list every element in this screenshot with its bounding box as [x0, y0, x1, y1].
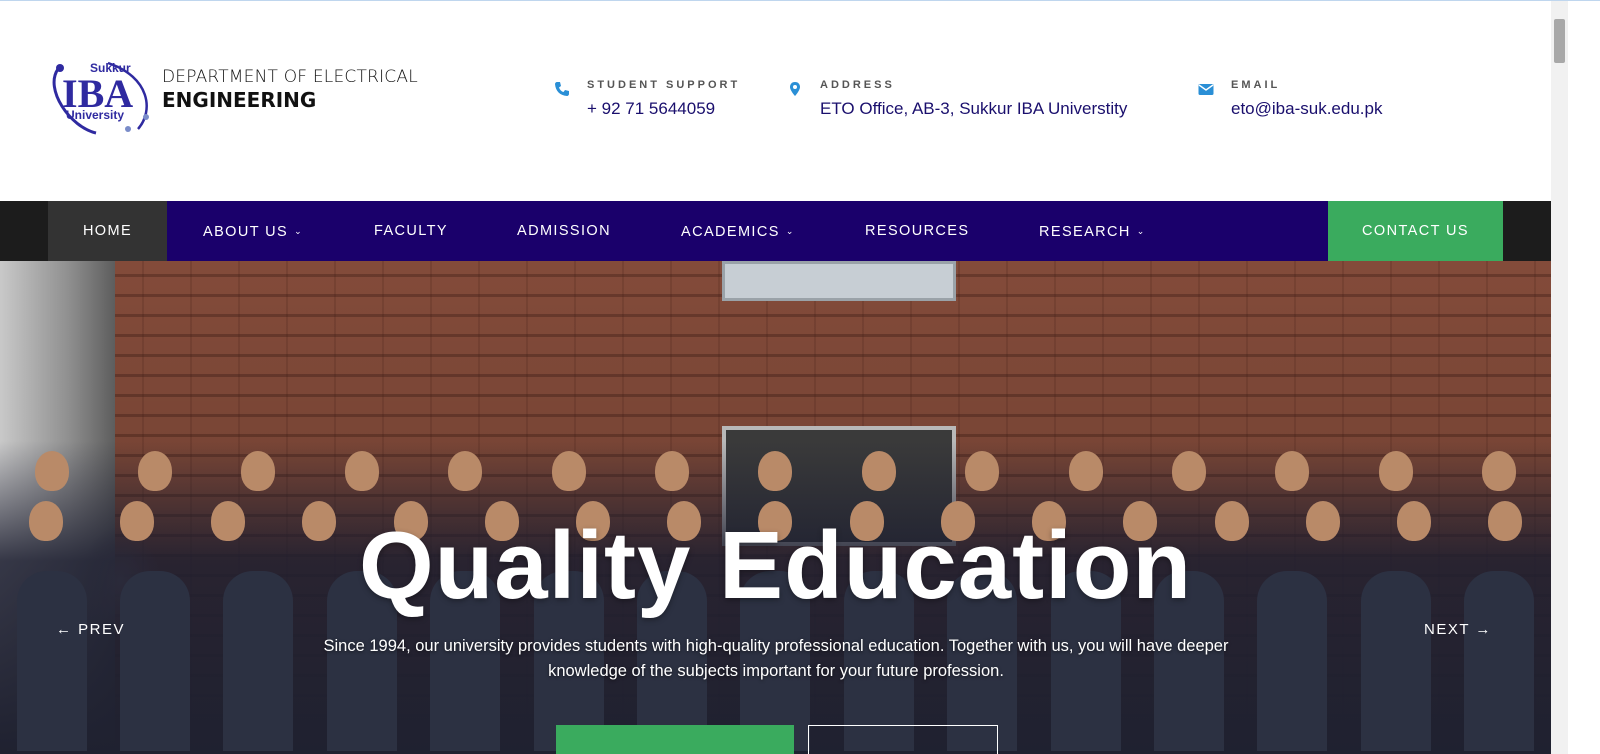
arrow-right-icon: →	[1475, 621, 1492, 638]
slider-next-label: NEXT	[1424, 621, 1470, 638]
student-support-label: STUDENT SUPPORT	[587, 79, 741, 91]
slider-next-button[interactable]: NEXT →	[1424, 621, 1492, 638]
student-support-phone[interactable]: + 92 71 5644059	[587, 99, 715, 119]
site-header: Sukkur IBA University DEPARTMENT OF ELEC…	[0, 1, 1551, 201]
nav-item-faculty[interactable]: FACULTY	[374, 201, 448, 261]
nav-item-label: ADMISSION	[517, 223, 611, 239]
department-title: DEPARTMENT OF ELECTRICAL ENGINEERING	[162, 67, 418, 112]
main-navbar: HOME ABOUT US ⌄ FACULTY ADMISSION ACADEMI…	[0, 201, 1551, 261]
nav-item-label: RESEARCH	[1039, 224, 1131, 240]
slider-prev-label: PREV	[78, 621, 126, 638]
hero-description: Since 1994, our university provides stud…	[323, 637, 1229, 680]
page-scrollbar[interactable]	[1551, 1, 1568, 754]
nav-item-contact-us[interactable]: CONTACT US	[1328, 201, 1503, 261]
department-title-line1: DEPARTMENT OF ELECTRICAL	[162, 67, 418, 87]
nav-item-home[interactable]: HOME	[48, 201, 167, 261]
chevron-down-icon: ⌄	[1136, 226, 1146, 236]
page: Sukkur IBA University DEPARTMENT OF ELEC…	[0, 0, 1600, 754]
hero-slider: Quality Education Since 1994, our univer…	[0, 261, 1551, 754]
logo-text-bottom: University	[66, 108, 124, 122]
nav-item-label: FACULTY	[374, 223, 448, 239]
crowd-back-row	[0, 451, 1551, 491]
nav-item-about-us[interactable]: ABOUT US ⌄	[203, 201, 303, 261]
hero-secondary-button[interactable]	[808, 725, 998, 754]
department-title-line2: ENGINEERING	[162, 88, 317, 112]
nav-item-admission[interactable]: ADMISSION	[517, 201, 611, 261]
envelope-icon	[1198, 84, 1214, 95]
sukkur-iba-logo[interactable]: Sukkur IBA University	[50, 59, 156, 137]
map-pin-icon	[790, 82, 800, 96]
chevron-down-icon: ⌄	[294, 226, 304, 236]
nav-item-academics[interactable]: ACADEMICS ⌄	[681, 201, 795, 261]
hero-primary-button[interactable]	[556, 725, 794, 754]
nav-item-resources[interactable]: RESOURCES	[865, 201, 969, 261]
email-value[interactable]: eto@iba-suk.edu.pk	[1231, 99, 1382, 119]
scrollbar-thumb[interactable]	[1554, 19, 1565, 63]
arrow-left-icon: ←	[56, 621, 73, 638]
nav-item-label: CONTACT US	[1362, 223, 1469, 239]
nav-item-label: ABOUT US	[203, 224, 289, 240]
address-label: ADDRESS	[820, 79, 895, 91]
nav-item-label: ACADEMICS	[681, 224, 780, 240]
nav-item-label: RESOURCES	[865, 223, 970, 239]
email-label: EMAIL	[1231, 79, 1281, 91]
address-value: ETO Office, AB-3, Sukkur IBA Universtity	[820, 99, 1128, 118]
hero-title: Quality Education	[358, 512, 1193, 619]
nav-item-label: HOME	[82, 223, 133, 239]
hero-window	[722, 261, 956, 301]
slider-prev-button[interactable]: ← PREV	[56, 621, 125, 638]
chevron-down-icon: ⌄	[785, 226, 795, 236]
nav-item-research[interactable]: RESEARCH ⌄	[1039, 201, 1146, 261]
phone-icon	[555, 82, 569, 96]
